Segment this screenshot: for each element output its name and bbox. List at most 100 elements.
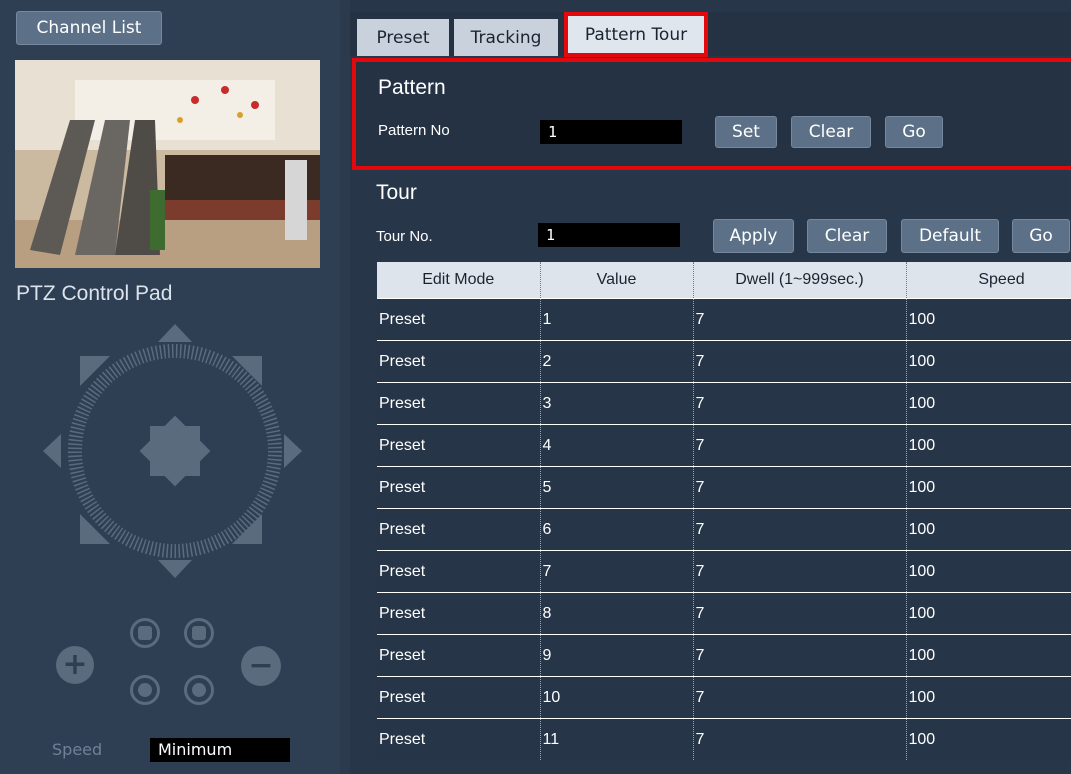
iris-close-icon[interactable] (184, 675, 214, 705)
table-row[interactable]: Preset 8 7 100 (377, 592, 1071, 635)
pan-up-arrow[interactable] (158, 324, 192, 342)
pattern-no-label: Pattern No (378, 122, 450, 139)
pattern-section: Pattern Pattern No 1 Set Clear Go (352, 58, 1071, 170)
cell-dwell[interactable]: 7 (693, 550, 907, 593)
tour-table-body: Preset 1 7 100 Preset 2 7 100 Preset 3 7 100 Preset 4… (377, 298, 1071, 760)
cell-speed[interactable]: 100 (906, 382, 1071, 425)
table-row[interactable]: Preset 4 7 100 (377, 424, 1071, 467)
cell-value[interactable]: 6 (540, 508, 694, 551)
col-dwell[interactable]: Dwell (1~999sec.) (693, 262, 907, 299)
cell-dwell[interactable]: 7 (693, 340, 907, 383)
cell-value[interactable]: 4 (540, 424, 694, 467)
cell-value[interactable]: 3 (540, 382, 694, 425)
tour-clear-button[interactable]: Clear (807, 219, 887, 253)
cell-dwell[interactable]: 7 (693, 718, 907, 760)
speed-select[interactable]: Minimum (150, 738, 290, 762)
table-row[interactable]: Preset 1 7 100 (377, 298, 1071, 341)
pattern-go-button[interactable]: Go (885, 116, 943, 148)
iris-open-icon[interactable] (130, 675, 160, 705)
table-row[interactable]: Preset 2 7 100 (377, 340, 1071, 383)
cell-edit-mode[interactable]: Preset (377, 382, 541, 425)
table-row[interactable]: Preset 6 7 100 (377, 508, 1071, 551)
col-speed[interactable]: Speed (906, 262, 1071, 299)
cell-edit-mode[interactable]: Preset (377, 340, 541, 383)
pattern-clear-button[interactable]: Clear (791, 116, 871, 148)
ptz-direction-pad[interactable] (40, 316, 310, 586)
cell-speed[interactable]: 100 (906, 466, 1071, 509)
table-row[interactable]: Preset 11 7 100 (377, 718, 1071, 760)
cell-value[interactable]: 8 (540, 592, 694, 635)
center-home-icon[interactable] (139, 415, 211, 487)
table-row[interactable]: Preset 3 7 100 (377, 382, 1071, 425)
cell-value[interactable]: 10 (540, 676, 694, 719)
table-row[interactable]: Preset 5 7 100 (377, 466, 1071, 509)
cell-edit-mode[interactable]: Preset (377, 550, 541, 593)
table-header-row: Edit Mode Value Dwell (1~999sec.) Speed (377, 262, 1071, 299)
cell-edit-mode[interactable]: Preset (377, 718, 541, 760)
pattern-no-input[interactable]: 1 (540, 120, 682, 144)
table-row[interactable]: Preset 10 7 100 (377, 676, 1071, 719)
cell-speed[interactable]: 100 (906, 634, 1071, 677)
cell-edit-mode[interactable]: Preset (377, 634, 541, 677)
channel-list-button[interactable]: Channel List (16, 11, 162, 45)
cell-speed[interactable]: 100 (906, 676, 1071, 719)
minus-icon: − (248, 648, 274, 683)
cell-value[interactable]: 5 (540, 466, 694, 509)
tab-tracking[interactable]: Tracking (454, 19, 558, 56)
pan-right-arrow[interactable] (284, 434, 302, 468)
tab-preset[interactable]: Preset (357, 19, 449, 56)
table-row[interactable]: Preset 9 7 100 (377, 634, 1071, 677)
cell-dwell[interactable]: 7 (693, 466, 907, 509)
cell-dwell[interactable]: 7 (693, 634, 907, 677)
cell-edit-mode[interactable]: Preset (377, 424, 541, 467)
tour-default-button[interactable]: Default (901, 219, 999, 253)
pan-down-right-arrow[interactable] (232, 514, 262, 544)
cell-speed[interactable]: 100 (906, 340, 1071, 383)
plus-icon: + (62, 647, 88, 682)
cell-speed[interactable]: 100 (906, 550, 1071, 593)
tab-bar: Preset Tracking Pattern Tour (350, 12, 1071, 57)
pattern-set-button[interactable]: Set (715, 116, 777, 148)
tour-go-button[interactable]: Go (1012, 219, 1070, 253)
cell-edit-mode[interactable]: Preset (377, 676, 541, 719)
cell-speed[interactable]: 100 (906, 424, 1071, 467)
cell-dwell[interactable]: 7 (693, 382, 907, 425)
cell-dwell[interactable]: 7 (693, 298, 907, 341)
cell-edit-mode[interactable]: Preset (377, 592, 541, 635)
cell-speed[interactable]: 100 (906, 718, 1071, 760)
table-row[interactable]: Preset 7 7 100 (377, 550, 1071, 593)
col-edit-mode[interactable]: Edit Mode (377, 262, 541, 299)
cell-value[interactable]: 7 (540, 550, 694, 593)
speed-label: Speed (52, 740, 103, 759)
cell-value[interactable]: 9 (540, 634, 694, 677)
cell-value[interactable]: 2 (540, 340, 694, 383)
cell-dwell[interactable]: 7 (693, 676, 907, 719)
cell-speed[interactable]: 100 (906, 298, 1071, 341)
cell-edit-mode[interactable]: Preset (377, 508, 541, 551)
cell-speed[interactable]: 100 (906, 592, 1071, 635)
zoom-out-button[interactable]: − (241, 646, 281, 686)
focus-near-icon[interactable] (130, 618, 160, 648)
tour-no-input[interactable]: 1 (538, 223, 680, 247)
cell-edit-mode[interactable]: Preset (377, 298, 541, 341)
pan-left-arrow[interactable] (43, 434, 61, 468)
focus-far-icon[interactable] (184, 618, 214, 648)
cell-edit-mode[interactable]: Preset (377, 466, 541, 509)
cell-dwell[interactable]: 7 (693, 592, 907, 635)
tour-apply-button[interactable]: Apply (713, 219, 794, 253)
zoom-in-button[interactable]: + (56, 646, 94, 684)
cell-speed[interactable]: 100 (906, 508, 1071, 551)
cell-value[interactable]: 11 (540, 718, 694, 760)
pan-up-right-arrow[interactable] (232, 356, 262, 386)
camera-preview (15, 60, 320, 268)
camera-preview-image (15, 60, 320, 268)
col-value[interactable]: Value (540, 262, 694, 299)
left-panel: Channel List PTZ Control Pad + − Speed M… (0, 0, 340, 774)
pan-down-arrow[interactable] (158, 560, 192, 578)
cell-dwell[interactable]: 7 (693, 508, 907, 551)
cell-value[interactable]: 1 (540, 298, 694, 341)
tab-pattern-tour[interactable]: Pattern Tour (564, 12, 708, 57)
tour-title: Tour (376, 181, 417, 204)
cell-dwell[interactable]: 7 (693, 424, 907, 467)
ptz-title: PTZ Control Pad (16, 282, 173, 305)
